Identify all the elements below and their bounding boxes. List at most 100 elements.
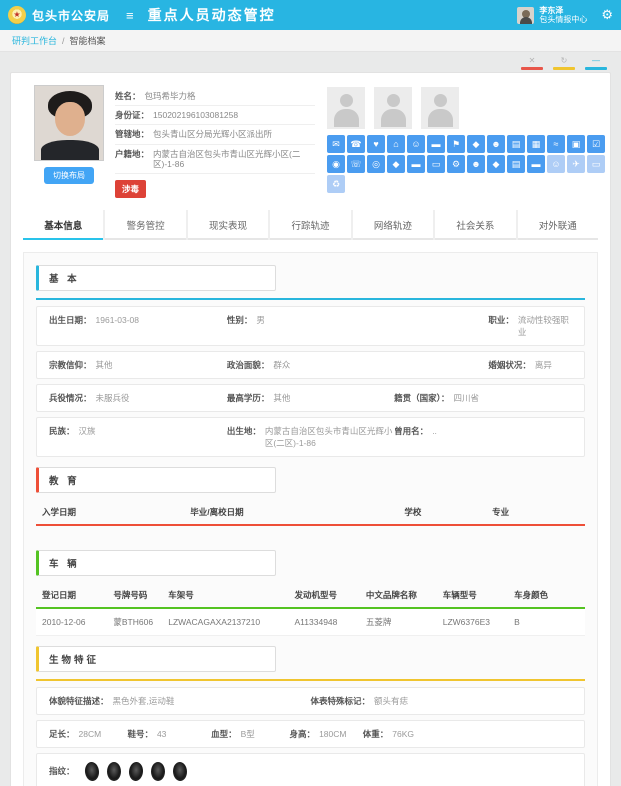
field-gender: 性别：男 <box>227 314 489 338</box>
cell-plate: 蒙BTH606 <box>107 608 162 636</box>
fullscreen-icon: ✕ <box>529 57 536 65</box>
bed-icon[interactable]: ▬ <box>427 135 445 153</box>
tab-real-performance[interactable]: 现实表现 <box>188 210 268 240</box>
refresh-icon: ↻ <box>561 57 568 65</box>
user-avatar[interactable] <box>517 7 534 24</box>
phone-icon[interactable]: ☎ <box>347 135 365 153</box>
sections-panel: 基 本 出生日期：1961-03-08 性别：男 职业：流动性较强职业 宗教信仰… <box>23 252 598 786</box>
trash-icon[interactable]: ♻ <box>327 175 345 193</box>
tab-police-control[interactable]: 警务管控 <box>105 210 185 240</box>
image-file-icon[interactable]: ▦ <box>527 135 545 153</box>
truck-icon[interactable]: ▬ <box>407 155 425 173</box>
tab-external-contact[interactable]: 对外联通 <box>518 210 598 240</box>
field-value: 黑色外套,运动鞋 <box>113 695 175 707</box>
field-value: 四川省 <box>453 392 479 404</box>
heart-icon[interactable]: ♥ <box>367 135 385 153</box>
field-body-marks: 体表特殊标记：额头有痣 <box>311 695 573 707</box>
gear-icon[interactable]: ⚙ <box>447 155 465 173</box>
person-icon[interactable]: ☻ <box>487 135 505 153</box>
field-label: 身份证： <box>115 110 149 120</box>
home-icon[interactable]: ⌂ <box>387 135 405 153</box>
field-value: 额头有痣 <box>374 695 408 707</box>
id-card-icon[interactable]: ▤ <box>507 155 525 173</box>
subject-photo <box>34 85 104 161</box>
pedestrian-icon[interactable]: ☺ <box>547 155 565 173</box>
column-header: 毕业/离校日期 <box>184 500 398 525</box>
column-header: 入学日期 <box>36 500 184 525</box>
field-foot-length: 足长：28CM <box>49 728 127 740</box>
column-header: 车架号 <box>162 583 288 608</box>
section-title-biometrics: 生物特征 <box>36 646 276 672</box>
photo-torso <box>41 140 99 161</box>
plane-icon[interactable]: ✈ <box>567 155 585 173</box>
info-row: 兵役情况：未服兵役 最高学历：其他 籍贯（国家）：四川省 <box>36 384 585 412</box>
related-person-placeholder[interactable] <box>374 87 412 129</box>
field-label: 最高学历： <box>227 392 270 404</box>
field-value: 未服兵役 <box>96 392 130 404</box>
video-icon[interactable]: ◉ <box>327 155 345 173</box>
settings-gear-icon[interactable]: ⚙ <box>601 7 613 23</box>
bank-icon[interactable]: ▣ <box>567 135 585 153</box>
tab-network-track[interactable]: 网络轨迹 <box>353 210 433 240</box>
field-value: 包头青山区分局光辉小区派出所 <box>153 129 272 139</box>
taxi-icon[interactable]: ◆ <box>387 155 405 173</box>
field-blood-type: 血型：B型 <box>211 728 289 740</box>
profile-info: 姓名：包玛希毕力格 身份证：150202196103081258 管辖地：包头青… <box>115 85 315 198</box>
section-title-basic: 基 本 <box>36 265 276 291</box>
checkbox-icon[interactable]: ☑ <box>587 135 605 153</box>
column-header: 学校 <box>398 500 486 525</box>
field-political-status: 政治面貌：群众 <box>227 359 489 371</box>
tab-basic-info[interactable]: 基本信息 <box>23 210 103 240</box>
chat-icon[interactable]: ✉ <box>327 135 345 153</box>
field-label: 曾用名： <box>394 425 428 437</box>
field-label: 婚姻状况： <box>488 359 531 371</box>
related-person-placeholder[interactable] <box>327 87 365 129</box>
field-former-name: 曾用名：.. <box>394 425 572 449</box>
basic-accent-line <box>36 298 585 300</box>
police-car-icon[interactable]: ◆ <box>487 155 505 173</box>
tab-movement-track[interactable]: 行踪轨迹 <box>270 210 350 240</box>
profile-jurisdiction-row: 管辖地：包头青山区分局光辉小区派出所 <box>115 125 315 144</box>
fingerprint-image <box>151 762 165 781</box>
collapse-tool[interactable]: — <box>585 57 607 70</box>
wifi-icon[interactable]: ≈ <box>547 135 565 153</box>
breadcrumb-current: 智能档案 <box>70 34 106 47</box>
related-person-placeholder[interactable] <box>421 87 459 129</box>
icon-grid-row-1: ✉ ☎ ♥ ⌂ ☺ ▬ ⚑ ◆ ☻ ▤ ▦ ≈ ▣ ☑ <box>327 135 605 153</box>
field-label: 职业： <box>488 314 514 326</box>
field-value: 群众 <box>273 359 290 371</box>
field-label: 宗教信仰： <box>49 359 92 371</box>
column-header: 号牌号码 <box>107 583 162 608</box>
fullscreen-tool[interactable]: ✕ <box>521 57 543 70</box>
document-icon[interactable]: ▤ <box>507 135 525 153</box>
breadcrumb-parent-link[interactable]: 研判工作台 <box>12 34 57 47</box>
tab-social-relations[interactable]: 社会关系 <box>435 210 515 240</box>
bus-icon[interactable]: ▭ <box>587 155 605 173</box>
field-birthplace: 出生地：内蒙古自治区包头市青山区光辉小区(二区)-1-86 <box>227 425 394 449</box>
user-info[interactable]: 李东泽 包头情报中心 <box>539 6 587 24</box>
hamburger-menu-icon[interactable]: ≡ <box>126 8 134 23</box>
graduation-cap-icon[interactable]: ⚑ <box>447 135 465 153</box>
rss-icon[interactable]: ◎ <box>367 155 385 173</box>
lorry-icon[interactable]: ▬ <box>527 155 545 173</box>
telephone-icon[interactable]: ☏ <box>347 155 365 173</box>
icon-grid-row-3: ♻ <box>327 175 605 193</box>
refresh-tool[interactable]: ↻ <box>553 57 575 70</box>
car-icon[interactable]: ◆ <box>467 135 485 153</box>
cell-reg-date: 2010-12-06 <box>36 608 107 636</box>
field-height: 身高：180CM <box>290 728 363 740</box>
field-value: 其他 <box>273 392 290 404</box>
field-label: 籍贯（国家）： <box>394 392 449 404</box>
user-org: 包头情报中心 <box>539 15 587 24</box>
user-icon[interactable]: ☻ <box>467 155 485 173</box>
field-shoe-size: 鞋号：43 <box>127 728 211 740</box>
field-value: 内蒙古自治区包头市青山区光辉小区(二区)-1-86 <box>153 149 315 169</box>
hotel-bed-icon[interactable]: ▭ <box>427 155 445 173</box>
field-ethnicity: 民族：汉族 <box>49 425 227 449</box>
field-birth-date: 出生日期：1961-03-08 <box>49 314 227 338</box>
switch-layout-button[interactable]: 切换布局 <box>44 167 94 184</box>
top-bar: ★ 包头市公安局 ≡ 重点人员动态管控 李东泽 包头情报中心 ⚙ <box>0 0 621 30</box>
group-icon[interactable]: ☺ <box>407 135 425 153</box>
column-header: 登记日期 <box>36 583 107 608</box>
field-label: 体貌特征描述： <box>49 695 109 707</box>
